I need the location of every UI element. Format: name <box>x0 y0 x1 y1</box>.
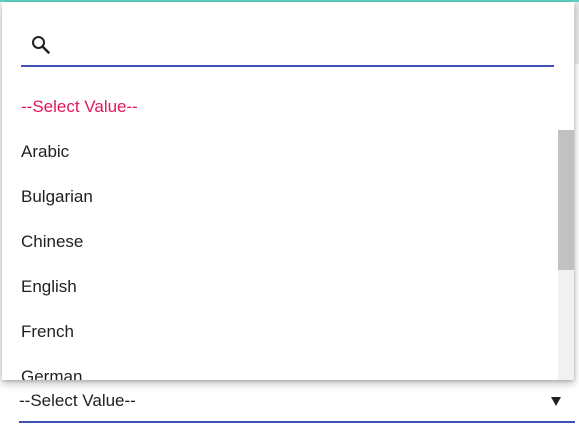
caret-down-icon[interactable] <box>551 397 561 406</box>
list-item-arabic[interactable]: Arabic <box>2 129 558 174</box>
list-item-german[interactable]: German <box>2 354 558 380</box>
search-field[interactable] <box>21 26 554 67</box>
list-item-french[interactable]: French <box>2 309 558 354</box>
page-scrollbar[interactable] <box>575 2 579 64</box>
search-input[interactable] <box>61 32 546 58</box>
list-item-select-value[interactable]: --Select Value-- <box>2 84 558 129</box>
page: --Select Value-- Arabic Bulgarian Chines… <box>0 0 579 429</box>
list-item-chinese[interactable]: Chinese <box>2 219 558 264</box>
select-value: --Select Value-- <box>19 391 136 410</box>
language-select[interactable]: --Select Value-- <box>19 381 575 423</box>
list-scrollbar-thumb[interactable] <box>558 130 574 270</box>
list-item-english[interactable]: English <box>2 264 558 309</box>
list-item-bulgarian[interactable]: Bulgarian <box>2 174 558 219</box>
dropdown-popup: --Select Value-- Arabic Bulgarian Chines… <box>2 2 574 380</box>
search-icon <box>30 34 52 56</box>
options-list: --Select Value-- Arabic Bulgarian Chines… <box>2 84 574 380</box>
options-list-content: --Select Value-- Arabic Bulgarian Chines… <box>2 84 558 380</box>
list-scrollbar[interactable] <box>558 130 574 380</box>
